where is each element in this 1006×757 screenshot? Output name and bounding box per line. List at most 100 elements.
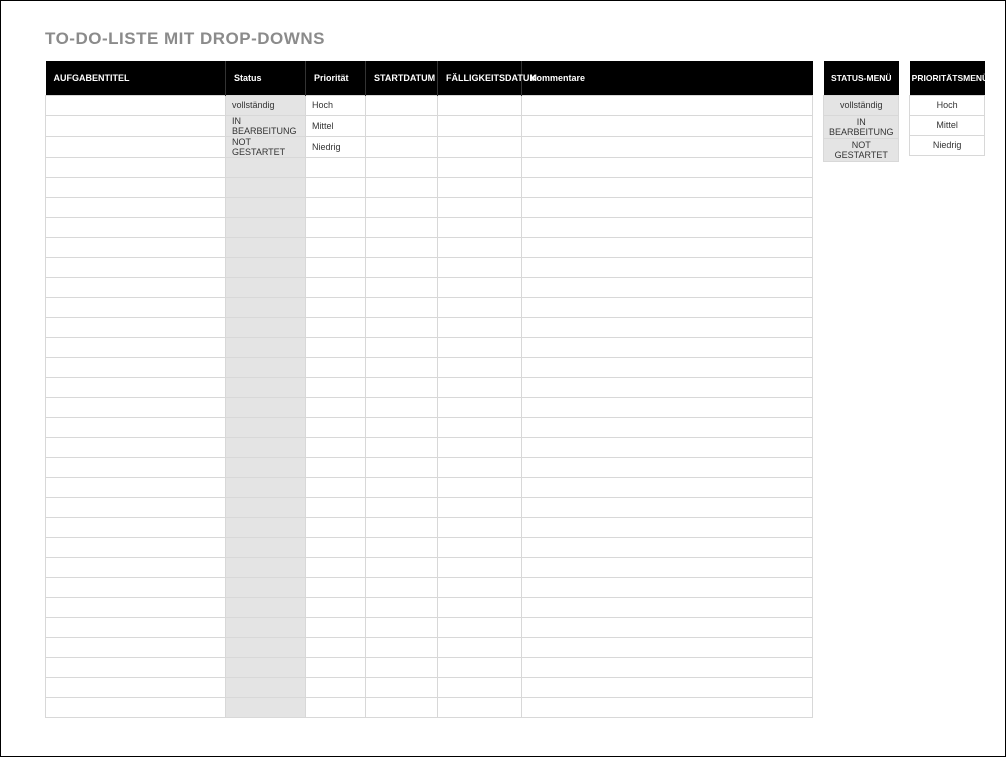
cell-aufgabentitel[interactable] <box>46 417 226 437</box>
cell-status[interactable] <box>226 217 306 237</box>
cell-faelligkeitsdatum[interactable] <box>438 397 522 417</box>
cell-faelligkeitsdatum[interactable] <box>438 237 522 257</box>
cell-faelligkeitsdatum[interactable] <box>438 177 522 197</box>
cell-kommentare[interactable] <box>522 637 813 657</box>
cell-faelligkeitsdatum[interactable] <box>438 217 522 237</box>
cell-aufgabentitel[interactable] <box>46 136 226 157</box>
priority-menu-item[interactable]: Niedrig <box>910 135 985 155</box>
cell-kommentare[interactable] <box>522 657 813 677</box>
cell-status[interactable] <box>226 177 306 197</box>
cell-prioritaet[interactable] <box>306 197 366 217</box>
cell-aufgabentitel[interactable] <box>46 177 226 197</box>
cell-faelligkeitsdatum[interactable] <box>438 136 522 157</box>
cell-kommentare[interactable] <box>522 597 813 617</box>
cell-faelligkeitsdatum[interactable] <box>438 337 522 357</box>
cell-prioritaet[interactable] <box>306 357 366 377</box>
cell-prioritaet[interactable]: Hoch <box>306 95 366 115</box>
cell-startdatum[interactable] <box>366 237 438 257</box>
cell-startdatum[interactable] <box>366 477 438 497</box>
cell-prioritaet[interactable] <box>306 457 366 477</box>
cell-aufgabentitel[interactable] <box>46 397 226 417</box>
cell-aufgabentitel[interactable] <box>46 277 226 297</box>
cell-faelligkeitsdatum[interactable] <box>438 277 522 297</box>
cell-status[interactable] <box>226 397 306 417</box>
cell-aufgabentitel[interactable] <box>46 697 226 717</box>
cell-prioritaet[interactable] <box>306 377 366 397</box>
cell-status[interactable] <box>226 197 306 217</box>
cell-prioritaet[interactable] <box>306 477 366 497</box>
cell-status[interactable] <box>226 497 306 517</box>
cell-aufgabentitel[interactable] <box>46 597 226 617</box>
cell-status[interactable] <box>226 437 306 457</box>
cell-status[interactable] <box>226 157 306 177</box>
cell-faelligkeitsdatum[interactable] <box>438 457 522 477</box>
cell-aufgabentitel[interactable] <box>46 337 226 357</box>
cell-aufgabentitel[interactable] <box>46 115 226 136</box>
cell-faelligkeitsdatum[interactable] <box>438 297 522 317</box>
cell-startdatum[interactable] <box>366 537 438 557</box>
cell-startdatum[interactable] <box>366 257 438 277</box>
cell-kommentare[interactable] <box>522 677 813 697</box>
cell-status[interactable] <box>226 657 306 677</box>
cell-kommentare[interactable] <box>522 217 813 237</box>
cell-kommentare[interactable] <box>522 617 813 637</box>
cell-status[interactable] <box>226 337 306 357</box>
cell-aufgabentitel[interactable] <box>46 617 226 637</box>
cell-kommentare[interactable] <box>522 457 813 477</box>
cell-prioritaet[interactable]: Mittel <box>306 115 366 136</box>
cell-startdatum[interactable] <box>366 617 438 637</box>
cell-aufgabentitel[interactable] <box>46 577 226 597</box>
cell-prioritaet[interactable] <box>306 417 366 437</box>
cell-kommentare[interactable] <box>522 115 813 136</box>
cell-startdatum[interactable] <box>366 115 438 136</box>
cell-status[interactable] <box>226 317 306 337</box>
status-menu-item[interactable]: NOT GESTARTET <box>824 138 899 161</box>
cell-status[interactable] <box>226 277 306 297</box>
cell-startdatum[interactable] <box>366 357 438 377</box>
cell-aufgabentitel[interactable] <box>46 317 226 337</box>
cell-startdatum[interactable] <box>366 497 438 517</box>
status-menu-item[interactable]: vollständig <box>824 95 899 115</box>
cell-aufgabentitel[interactable] <box>46 95 226 115</box>
cell-aufgabentitel[interactable] <box>46 197 226 217</box>
cell-aufgabentitel[interactable] <box>46 457 226 477</box>
cell-startdatum[interactable] <box>366 337 438 357</box>
cell-faelligkeitsdatum[interactable] <box>438 537 522 557</box>
cell-kommentare[interactable] <box>522 317 813 337</box>
cell-status[interactable]: IN BEARBEITUNG <box>226 115 306 136</box>
cell-status[interactable] <box>226 477 306 497</box>
cell-kommentare[interactable] <box>522 197 813 217</box>
cell-faelligkeitsdatum[interactable] <box>438 377 522 397</box>
cell-startdatum[interactable] <box>366 577 438 597</box>
cell-status[interactable] <box>226 417 306 437</box>
cell-startdatum[interactable] <box>366 677 438 697</box>
cell-startdatum[interactable] <box>366 197 438 217</box>
cell-status[interactable]: vollständig <box>226 95 306 115</box>
cell-prioritaet[interactable] <box>306 337 366 357</box>
cell-faelligkeitsdatum[interactable] <box>438 497 522 517</box>
cell-kommentare[interactable] <box>522 136 813 157</box>
cell-startdatum[interactable] <box>366 517 438 537</box>
cell-status[interactable] <box>226 297 306 317</box>
cell-kommentare[interactable] <box>522 237 813 257</box>
cell-kommentare[interactable] <box>522 297 813 317</box>
cell-aufgabentitel[interactable] <box>46 537 226 557</box>
cell-faelligkeitsdatum[interactable] <box>438 417 522 437</box>
cell-faelligkeitsdatum[interactable] <box>438 317 522 337</box>
cell-prioritaet[interactable] <box>306 577 366 597</box>
cell-startdatum[interactable] <box>366 657 438 677</box>
priority-menu-item[interactable]: Mittel <box>910 115 985 135</box>
cell-startdatum[interactable] <box>366 437 438 457</box>
cell-status[interactable] <box>226 257 306 277</box>
cell-kommentare[interactable] <box>522 377 813 397</box>
cell-aufgabentitel[interactable] <box>46 497 226 517</box>
cell-startdatum[interactable] <box>366 277 438 297</box>
cell-kommentare[interactable] <box>522 337 813 357</box>
cell-aufgabentitel[interactable] <box>46 557 226 577</box>
cell-status[interactable] <box>226 237 306 257</box>
priority-menu-item[interactable]: Hoch <box>910 95 985 115</box>
cell-prioritaet[interactable] <box>306 597 366 617</box>
cell-kommentare[interactable] <box>522 157 813 177</box>
cell-prioritaet[interactable] <box>306 277 366 297</box>
cell-prioritaet[interactable] <box>306 397 366 417</box>
